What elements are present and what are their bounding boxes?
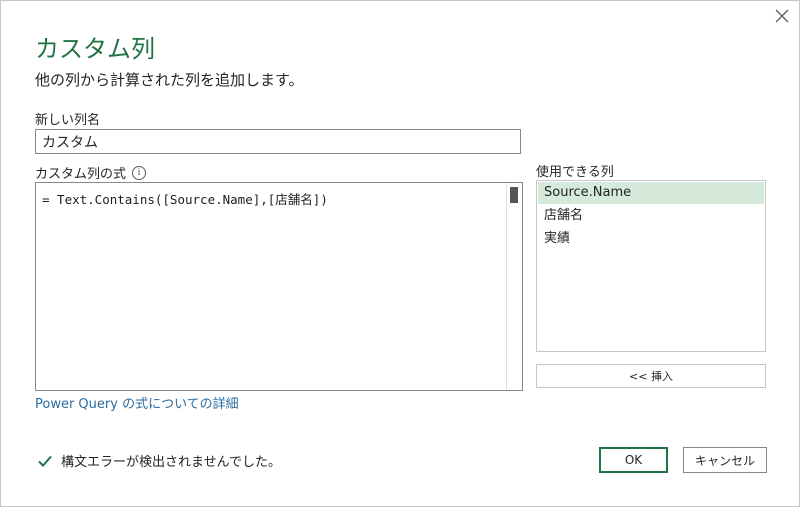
power-query-formula-link[interactable]: Power Query の式についての詳細 [35, 393, 239, 412]
dialog-title: カスタム列 [35, 35, 155, 63]
list-item[interactable]: 店舗名 [538, 205, 764, 227]
custom-column-dialog: カスタム列 他の列から計算された列を追加します。 新しい列名 カスタム列の式 i… [0, 0, 800, 507]
checkmark-icon [37, 453, 53, 469]
close-icon [775, 9, 789, 23]
formula-label-row: カスタム列の式 i [35, 163, 147, 182]
new-column-name-input[interactable] [35, 129, 521, 154]
available-columns-list[interactable]: Source.Name 店舗名 実績 [536, 180, 766, 352]
info-icon[interactable]: i [132, 165, 147, 180]
new-column-name-label: 新しい列名 [35, 113, 101, 128]
close-button[interactable] [771, 5, 793, 27]
available-columns-label: 使用できる列 [536, 165, 614, 180]
editor-scrollbar[interactable] [506, 183, 522, 390]
insert-button[interactable]: << 挿入 [536, 364, 766, 388]
ok-button[interactable]: OK [599, 447, 668, 473]
editor-scrollbar-thumb[interactable] [510, 187, 518, 203]
syntax-status-text: 構文エラーが検出されませんでした。 [61, 455, 281, 470]
list-item[interactable]: 実績 [538, 228, 764, 250]
list-item[interactable]: Source.Name [538, 182, 764, 204]
formula-editor[interactable]: = Text.Contains([Source.Name],[店舗名]) [35, 182, 523, 391]
formula-label: カスタム列の式 [35, 167, 127, 182]
cancel-button[interactable]: キャンセル [683, 447, 767, 473]
formula-text[interactable]: = Text.Contains([Source.Name],[店舗名]) [42, 189, 328, 208]
dialog-subtitle: 他の列から計算された列を追加します。 [35, 71, 304, 89]
syntax-status: 構文エラーが検出されませんでした。 [37, 451, 281, 470]
